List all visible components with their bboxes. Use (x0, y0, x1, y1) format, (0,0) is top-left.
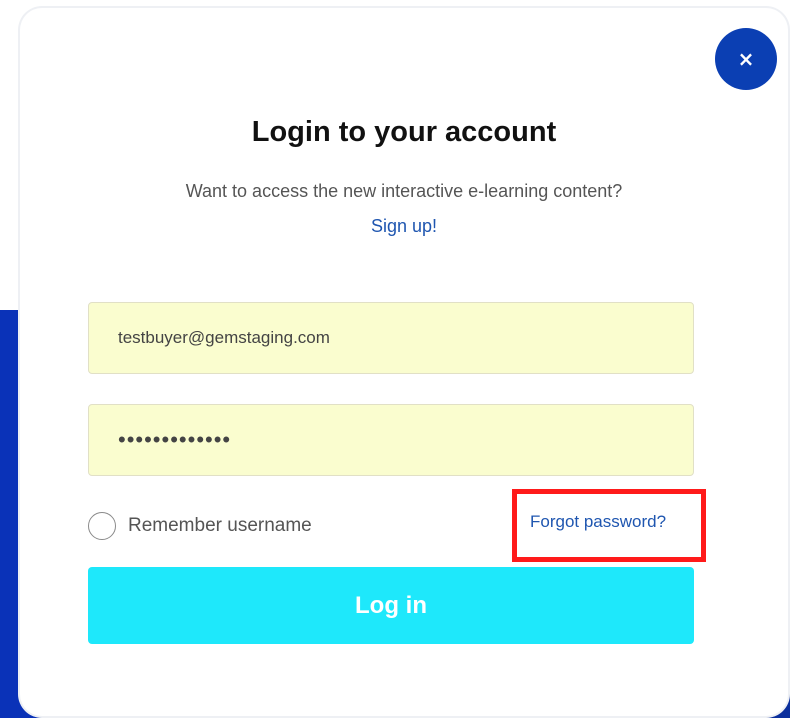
remember-username-label: Remember username (128, 515, 312, 536)
login-button[interactable]: Log in (88, 567, 694, 644)
email-field[interactable] (88, 302, 694, 374)
checkbox-circle[interactable] (88, 512, 116, 540)
remember-username-checkbox[interactable]: Remember username (88, 511, 312, 541)
close-icon[interactable]: × (715, 28, 777, 90)
modal-title: Login to your account (251, 116, 557, 148)
password-field[interactable] (88, 404, 694, 476)
forgot-password-link[interactable]: Forgot password? (530, 512, 666, 532)
modal-subtitle: Want to access the new interactive e-lea… (185, 181, 623, 201)
signup-link[interactable]: Sign up! (20, 216, 788, 237)
